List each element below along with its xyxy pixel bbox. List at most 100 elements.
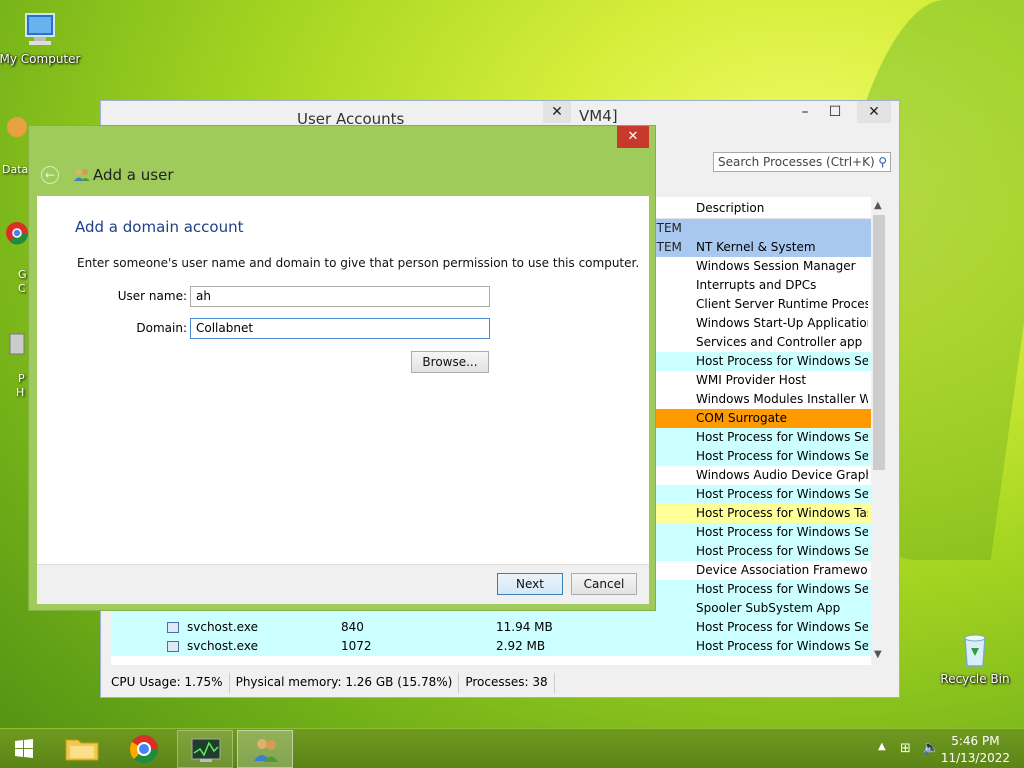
- process-icon: [167, 622, 179, 633]
- application-icon: [9, 333, 25, 355]
- process-description: Windows Audio Device Graph...: [696, 468, 868, 482]
- task-manager-icon: [191, 738, 221, 762]
- instruction-text: Enter someone's user name and domain to …: [77, 256, 640, 270]
- close-icon: ✕: [551, 104, 563, 120]
- process-description: Host Process for Windows Ser...: [696, 639, 868, 653]
- desktop-icon-my-computer[interactable]: My Computer: [0, 10, 80, 66]
- process-description: Host Process for Windows Ser...: [696, 449, 868, 463]
- process-memory: 11.94 MB: [496, 620, 553, 634]
- process-description: Host Process for Windows Tas...: [696, 506, 868, 520]
- maximize-icon: ☐: [828, 104, 842, 120]
- process-description: COM Surrogate: [696, 411, 788, 425]
- cancel-button[interactable]: Cancel: [571, 573, 637, 595]
- windows-logo-icon: [15, 739, 33, 758]
- desktop-icon-label: Recycle Bin: [940, 672, 1010, 686]
- chrome-icon: [6, 222, 29, 245]
- scroll-up-icon[interactable]: ▲: [874, 200, 882, 211]
- scrollbar-thumb[interactable]: [873, 215, 885, 470]
- chrome-icon: [130, 735, 159, 764]
- dialog-title: Add a user: [93, 166, 174, 184]
- browse-button[interactable]: Browse...: [411, 351, 489, 373]
- desktop-icon-label: G: [18, 268, 27, 281]
- search-processes-input[interactable]: Search Processes (Ctrl+K) ⚲: [713, 152, 891, 172]
- database-icon: [7, 117, 27, 137]
- process-description: Host Process for Windows Ser...: [696, 354, 868, 368]
- taskbar-user-accounts[interactable]: [237, 730, 293, 768]
- process-description: Windows Session Manager: [696, 259, 856, 273]
- minimize-icon: –: [801, 104, 809, 120]
- close-icon: ✕: [868, 104, 880, 120]
- process-description: WMI Provider Host: [696, 373, 807, 387]
- taskbar-chrome[interactable]: [116, 730, 172, 768]
- process-description: Windows Modules Installer W...: [696, 392, 868, 406]
- cpu-usage: CPU Usage: 1.75%: [109, 673, 230, 693]
- start-button[interactable]: [4, 730, 44, 768]
- process-description: Host Process for Windows Ser...: [696, 582, 868, 596]
- process-description: Host Process for Windows Ser...: [696, 430, 868, 444]
- status-bar: CPU Usage: 1.75% Physical memory: 1.26 G…: [109, 673, 893, 693]
- search-placeholder: Search Processes (Ctrl+K): [718, 155, 875, 169]
- user-name-label: User name:: [117, 289, 187, 303]
- taskbar-clock[interactable]: 5:46 PM 11/13/2022: [941, 733, 1010, 767]
- process-icon: [167, 641, 179, 652]
- process-description: Spooler SubSystem App: [696, 601, 841, 615]
- desktop-icon-label: My Computer: [0, 52, 81, 66]
- process-table-scrollbar[interactable]: ▲ ▼: [871, 197, 887, 665]
- users-icon: [74, 169, 90, 181]
- minimize-button[interactable]: –: [791, 101, 819, 123]
- user-name-input[interactable]: ah: [190, 286, 490, 307]
- table-row[interactable]: svchost.exe 1072 2.92 MB Host Process for W…: [111, 637, 871, 656]
- desktop-icon-label: P: [18, 372, 25, 385]
- process-pid: 1072: [341, 639, 372, 653]
- dialog-close-button[interactable]: ✕: [617, 126, 649, 148]
- users-icon: [254, 739, 278, 762]
- domain-label: Domain:: [136, 321, 187, 335]
- back-button[interactable]: ←: [41, 166, 59, 184]
- show-hidden-icons-icon[interactable]: ▲: [878, 741, 886, 752]
- process-description: Host Process for Windows Ser...: [696, 620, 868, 634]
- process-name: svchost.exe: [187, 620, 258, 634]
- physical-memory: Physical memory: 1.26 GB (15.78%): [234, 673, 460, 693]
- next-button[interactable]: Next: [497, 573, 563, 595]
- recycle-bin-icon: [964, 634, 986, 667]
- process-description: NT Kernel & System: [696, 240, 816, 254]
- page-heading: Add a domain account: [75, 218, 244, 236]
- desktop-icon-recycle-bin[interactable]: Recycle Bin: [935, 630, 1015, 686]
- back-arrow-icon: ←: [44, 168, 56, 182]
- process-count: Processes: 38: [463, 673, 555, 693]
- network-icon[interactable]: ⊞: [900, 741, 911, 756]
- process-description: Host Process for Windows Ser...: [696, 525, 868, 539]
- search-icon[interactable]: ⚲: [878, 155, 887, 169]
- scroll-down-icon[interactable]: ▼: [874, 649, 882, 660]
- maximize-button[interactable]: ☐: [821, 101, 849, 123]
- clock-date: 11/13/2022: [940, 751, 1010, 765]
- taskbar-file-explorer[interactable]: [54, 730, 110, 768]
- process-name: svchost.exe: [187, 639, 258, 653]
- taskbar-task-manager[interactable]: [177, 730, 233, 768]
- process-pid: 840: [341, 620, 364, 634]
- process-description: Device Association Framewor...: [696, 563, 868, 577]
- process-description: Host Process for Windows Ser...: [696, 544, 868, 558]
- process-description: Services and Controller app: [696, 335, 863, 349]
- user-accounts-close-button[interactable]: ✕: [543, 101, 571, 123]
- taskbar: ▲ ⊞ 🔈 5:46 PM 11/13/2022: [0, 728, 1024, 768]
- dialog-body: Add a domain account Enter someone's use…: [37, 196, 649, 564]
- process-description: Host Process for Windows Ser...: [696, 487, 868, 501]
- domain-input[interactable]: Collabnet: [190, 318, 490, 339]
- clock-time: 5:46 PM: [951, 734, 1000, 748]
- process-description: Interrupts and DPCs: [696, 278, 817, 292]
- table-row[interactable]: svchost.exe 840 11.94 MB Host Process for W…: [111, 618, 871, 637]
- process-memory: 2.92 MB: [496, 639, 546, 653]
- desktop-icon-label: Data: [2, 163, 29, 176]
- desktop-icon-label: C: [18, 282, 26, 295]
- process-description: Windows Start-Up Application: [696, 316, 868, 330]
- column-header-description[interactable]: Description: [696, 201, 764, 215]
- desktop-icon-label: H: [16, 386, 25, 399]
- computer-icon: [25, 13, 55, 45]
- task-manager-title: VM4]: [579, 107, 618, 125]
- add-user-dialog[interactable]: ✕ ← Add a user Add a domain account Ente…: [28, 125, 656, 611]
- close-button[interactable]: ✕: [857, 101, 891, 123]
- close-icon: ✕: [627, 129, 639, 144]
- folder-icon: [65, 739, 99, 761]
- volume-icon[interactable]: 🔈: [922, 740, 939, 756]
